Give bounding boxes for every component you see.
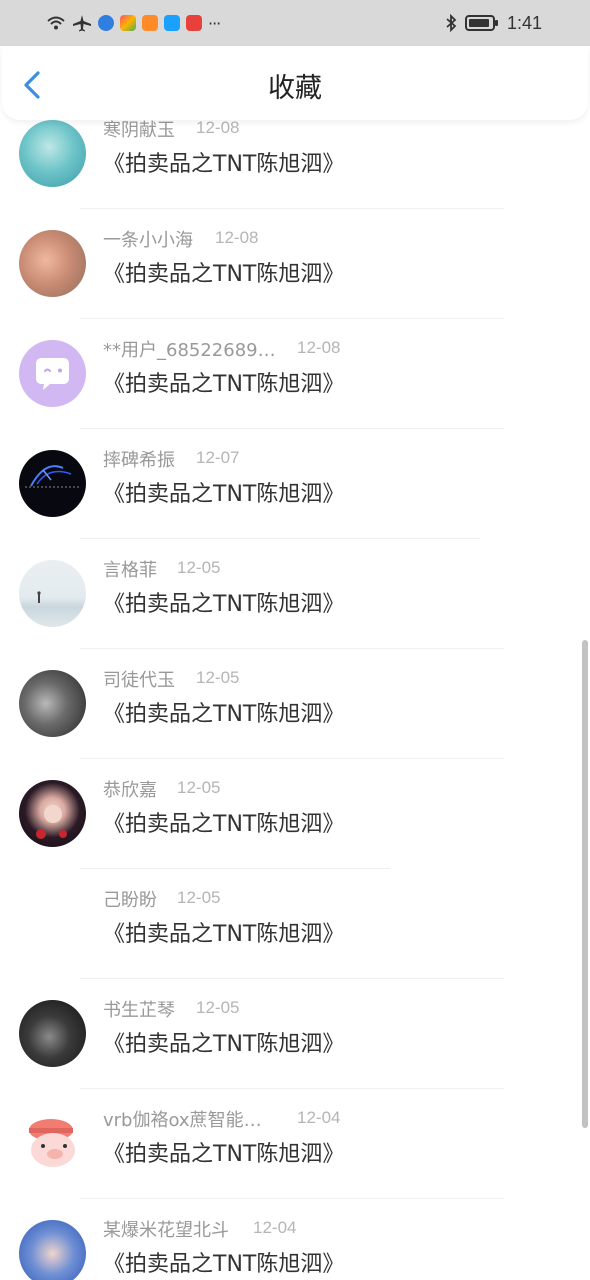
list-item[interactable]: 司徒代玉 12-05 《拍卖品之TNT陈旭泗》 xyxy=(0,668,590,780)
item-title[interactable]: 《拍卖品之TNT陈旭泗》 xyxy=(103,1026,344,1058)
divider xyxy=(80,1088,504,1089)
list-item[interactable]: 恭欣嘉 12-05 《拍卖品之TNT陈旭泗》 xyxy=(0,778,590,890)
avatar[interactable] xyxy=(19,1220,86,1280)
item-username[interactable]: 书生芷琴 xyxy=(103,996,175,1022)
divider xyxy=(80,318,504,319)
item-title[interactable]: 《拍卖品之TNT陈旭泗》 xyxy=(103,1246,344,1278)
avatar[interactable] xyxy=(19,120,86,187)
list-item[interactable]: 某爆米花望北斗 12-04 《拍卖品之TNT陈旭泗》 xyxy=(0,1218,590,1280)
app-notification-icon xyxy=(98,15,114,31)
divider xyxy=(80,868,390,869)
list-item[interactable]: 书生芷琴 12-05 《拍卖品之TNT陈旭泗》 xyxy=(0,998,590,1110)
avatar[interactable] xyxy=(19,1110,86,1177)
item-date: 12-07 xyxy=(196,448,240,467)
divider xyxy=(80,978,504,979)
divider xyxy=(80,758,504,759)
item-date: 12-04 xyxy=(297,1108,341,1127)
battery-icon xyxy=(464,15,498,31)
status-icons-left: ··· xyxy=(46,10,221,36)
status-icons-right: 1:41 xyxy=(445,10,542,36)
divider xyxy=(80,1198,504,1199)
item-title[interactable]: 《拍卖品之TNT陈旭泗》 xyxy=(103,1136,344,1168)
default-avatar-icon xyxy=(36,358,69,390)
divider xyxy=(80,538,480,539)
list-item[interactable]: **用户_68522689… 12-08 《拍卖品之TNT陈旭泗》 xyxy=(0,338,590,450)
item-date: 12-05 xyxy=(177,888,221,907)
avatar-art xyxy=(36,805,67,839)
item-username[interactable]: 司徒代玉 xyxy=(103,666,175,692)
item-date: 12-04 xyxy=(253,1218,297,1237)
item-title[interactable]: 《拍卖品之TNT陈旭泗》 xyxy=(103,476,344,508)
favorites-list: 寒阴献玉 12-08 《拍卖品之TNT陈旭泗》 一条小小海 12-08 《拍卖品… xyxy=(0,120,590,1280)
item-username[interactable]: 某爆米花望北斗 xyxy=(103,1216,229,1242)
list-item[interactable]: vrb伽袼ox蔗智能… 12-04 《拍卖品之TNT陈旭泗》 xyxy=(0,1108,590,1220)
item-date: 12-05 xyxy=(196,998,240,1017)
avatar[interactable] xyxy=(19,450,86,517)
avatar[interactable] xyxy=(19,780,86,847)
item-date: 12-05 xyxy=(177,778,221,797)
item-date: 12-08 xyxy=(215,228,259,247)
play-app-icon xyxy=(142,15,158,31)
item-username[interactable]: **用户_68522689… xyxy=(103,336,276,362)
list-item[interactable]: 言格菲 12-05 《拍卖品之TNT陈旭泗》 xyxy=(0,558,590,670)
item-title[interactable]: 《拍卖品之TNT陈旭泗》 xyxy=(103,916,344,948)
mail-app-icon xyxy=(186,15,202,31)
item-username[interactable]: 寒阴献玉 xyxy=(103,120,175,142)
app-notification-icon xyxy=(120,15,136,31)
item-title[interactable]: 《拍卖品之TNT陈旭泗》 xyxy=(103,366,344,398)
avatar[interactable] xyxy=(19,340,86,407)
more-notifications-icon: ··· xyxy=(208,13,221,33)
item-username[interactable]: vrb伽袼ox蔗智能… xyxy=(103,1106,262,1132)
item-date: 12-05 xyxy=(177,558,221,577)
divider xyxy=(80,208,504,209)
item-title[interactable]: 《拍卖品之TNT陈旭泗》 xyxy=(103,806,344,838)
bluetooth-icon xyxy=(446,14,457,32)
list-item[interactable]: 寒阴献玉 12-08 《拍卖品之TNT陈旭泗》 xyxy=(0,120,590,230)
avatar-art xyxy=(25,465,79,488)
divider xyxy=(80,648,504,649)
list-item[interactable]: 摔碑希振 12-07 《拍卖品之TNT陈旭泗》 xyxy=(0,448,590,560)
item-username[interactable]: 恭欣嘉 xyxy=(103,776,157,802)
search-app-icon xyxy=(164,15,180,31)
avatar-art xyxy=(37,591,41,603)
item-title[interactable]: 《拍卖品之TNT陈旭泗》 xyxy=(103,256,344,288)
item-username[interactable]: 己盼盼 xyxy=(103,886,157,912)
status-bar: ··· 1:41 xyxy=(0,0,590,46)
divider xyxy=(80,428,504,429)
list-item[interactable]: 一条小小海 12-08 《拍卖品之TNT陈旭泗》 xyxy=(0,228,590,340)
item-username[interactable]: 摔碑希振 xyxy=(103,446,175,472)
wifi-icon xyxy=(47,16,65,30)
item-username[interactable]: 一条小小海 xyxy=(103,226,193,252)
page-title: 收藏 xyxy=(268,73,322,104)
item-title[interactable]: 《拍卖品之TNT陈旭泗》 xyxy=(103,586,344,618)
avatar[interactable] xyxy=(19,890,86,957)
avatar[interactable] xyxy=(19,670,86,737)
airplane-icon xyxy=(73,15,91,32)
status-time: 1:41 xyxy=(506,12,542,33)
item-title[interactable]: 《拍卖品之TNT陈旭泗》 xyxy=(103,146,344,178)
item-username[interactable]: 言格菲 xyxy=(103,556,157,582)
avatar[interactable] xyxy=(19,1000,86,1067)
item-date: 12-05 xyxy=(196,668,240,687)
avatar[interactable] xyxy=(19,230,86,297)
avatar-art xyxy=(29,1119,75,1167)
header-bar: 收藏 xyxy=(2,46,588,120)
item-title[interactable]: 《拍卖品之TNT陈旭泗》 xyxy=(103,696,344,728)
avatar[interactable] xyxy=(19,560,86,627)
item-date: 12-08 xyxy=(297,338,341,357)
scrollbar[interactable] xyxy=(582,640,588,1128)
list-item[interactable]: 己盼盼 12-05 《拍卖品之TNT陈旭泗》 xyxy=(0,888,590,1000)
item-date: 12-08 xyxy=(196,120,240,137)
